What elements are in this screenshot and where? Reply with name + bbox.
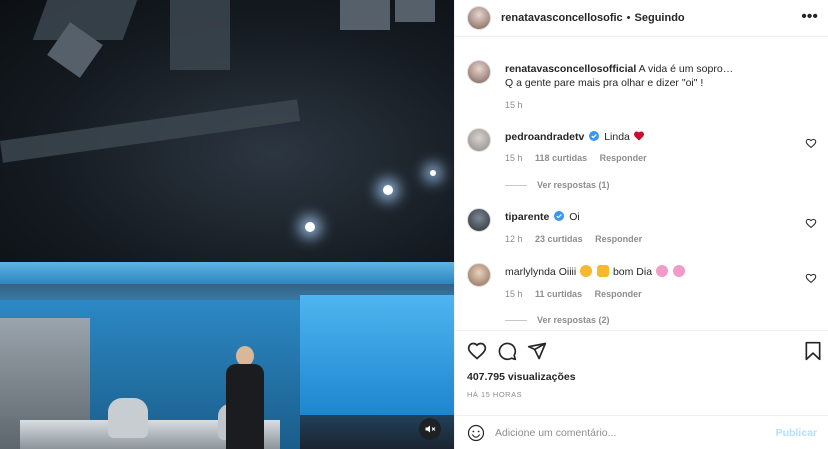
avatar[interactable] (467, 263, 491, 287)
separator-dot: • (626, 12, 631, 24)
replies-divider (505, 184, 527, 186)
studio-light-panel (340, 0, 390, 30)
view-replies-label: Ver respostas (1) (537, 180, 610, 190)
comment-username[interactable]: marlylynda (505, 266, 556, 278)
following-button[interactable]: Seguindo (635, 12, 685, 24)
caption: renatavasconcellosofficial A vida é um s… (467, 60, 817, 110)
post-header: renatavasconcellosofic • Seguindo ••• (455, 0, 828, 37)
comment-item: pedroandradetv Linda 15 h 118 curtidas R… (467, 128, 817, 168)
caption-time: 15 h (505, 100, 523, 110)
comment-text: tiparente Oi (505, 210, 799, 224)
studio-blue-rim (0, 262, 454, 284)
comment-time: 15 h (505, 153, 523, 163)
paper-plane-icon[interactable] (527, 341, 547, 361)
studio-screen (300, 295, 454, 415)
comment-username[interactable]: tiparente (505, 211, 549, 223)
studio-chair (108, 398, 148, 438)
avatar[interactable] (467, 208, 491, 232)
comment-likes[interactable]: 118 curtidas (535, 153, 587, 163)
view-replies-button[interactable]: Ver respostas (1) (505, 180, 610, 190)
presenter (222, 346, 268, 449)
comment-meta: 15 h 11 curtidas Responder (505, 289, 652, 299)
comment-time: 12 h (505, 234, 523, 244)
bookmark-icon[interactable] (803, 341, 823, 361)
comment-composer: Publicar (455, 415, 828, 449)
spotlight (430, 170, 436, 176)
author-username[interactable]: renatavasconcellosofic (501, 12, 623, 24)
smiley-icon[interactable] (467, 424, 485, 442)
heart-outline-icon[interactable] (805, 137, 817, 149)
comment-body-b: bom Dia (612, 266, 653, 278)
spotlight (305, 222, 315, 232)
comment-item: marlylynda Oiiii bom Dia 15 h 11 curtida… (467, 263, 817, 303)
avatar[interactable] (467, 60, 491, 84)
comment-meta: 12 h 23 curtidas Responder (505, 234, 652, 244)
comment-text: marlylynda Oiiii bom Dia (505, 265, 799, 279)
caption-username[interactable]: renatavasconcellosofficial (505, 63, 636, 75)
speaker-muted-icon[interactable] (419, 418, 441, 440)
heart-outline-icon[interactable] (805, 272, 817, 284)
comment-meta: 15 h 118 curtidas Responder (505, 153, 657, 163)
reply-button[interactable]: Responder (600, 153, 647, 163)
post-time-ago: HÁ 15 HORAS (467, 390, 523, 399)
red-heart-emoji-icon (633, 131, 644, 141)
spotlight (383, 185, 393, 195)
comment-body-a: Oiiii (558, 266, 577, 278)
post-video[interactable] (0, 0, 454, 449)
publish-button[interactable]: Publicar (776, 427, 817, 439)
view-replies-label: Ver respostas (2) (537, 315, 610, 325)
blossom-emoji-icon (656, 265, 668, 277)
more-options-icon[interactable]: ••• (801, 9, 818, 25)
blossom-emoji-icon (672, 265, 685, 277)
comment-bubble-icon[interactable] (497, 341, 517, 361)
comment-likes[interactable]: 11 curtidas (535, 289, 582, 299)
post-side-panel: renatavasconcellosofic • Seguindo ••• re… (454, 0, 828, 449)
comment-input[interactable] (495, 426, 776, 439)
action-bar (455, 330, 828, 368)
heart-eyes-emoji-icon (580, 265, 593, 277)
screaming-face-emoji-icon (597, 265, 610, 277)
view-replies-button[interactable]: Ver respostas (2) (505, 315, 610, 325)
comment-body: Oi (569, 211, 580, 223)
ceiling-beam (170, 0, 230, 70)
caption-text: renatavasconcellosofficial A vida é um s… (505, 62, 799, 90)
heart-outline-icon[interactable] (467, 341, 487, 361)
caption-line-2: Q a gente pare mais pra olhar e dizer "o… (505, 77, 704, 89)
caption-meta: 15 h (505, 100, 533, 110)
replies-divider (505, 319, 527, 321)
comment-username[interactable]: pedroandradetv (505, 131, 584, 143)
verified-badge-icon (589, 131, 600, 141)
caption-line-1: A vida é um sopro… (638, 63, 734, 75)
avatar[interactable] (467, 6, 491, 30)
verified-badge-icon (554, 211, 565, 221)
comments-list: renatavasconcellosofficial A vida é um s… (455, 37, 828, 329)
heart-outline-icon[interactable] (805, 217, 817, 229)
comment-body: Linda (604, 131, 630, 143)
reply-button[interactable]: Responder (595, 289, 642, 299)
studio-light-panel (395, 0, 435, 22)
comment-item: tiparente Oi 12 h 23 curtidas Responder (467, 208, 817, 248)
view-count[interactable]: 407.795 visualizações (467, 371, 576, 383)
comment-likes[interactable]: 23 curtidas (535, 234, 583, 244)
comment-text: pedroandradetv Linda (505, 130, 799, 144)
reply-button[interactable]: Responder (595, 234, 642, 244)
comment-time: 15 h (505, 289, 523, 299)
avatar[interactable] (467, 128, 491, 152)
